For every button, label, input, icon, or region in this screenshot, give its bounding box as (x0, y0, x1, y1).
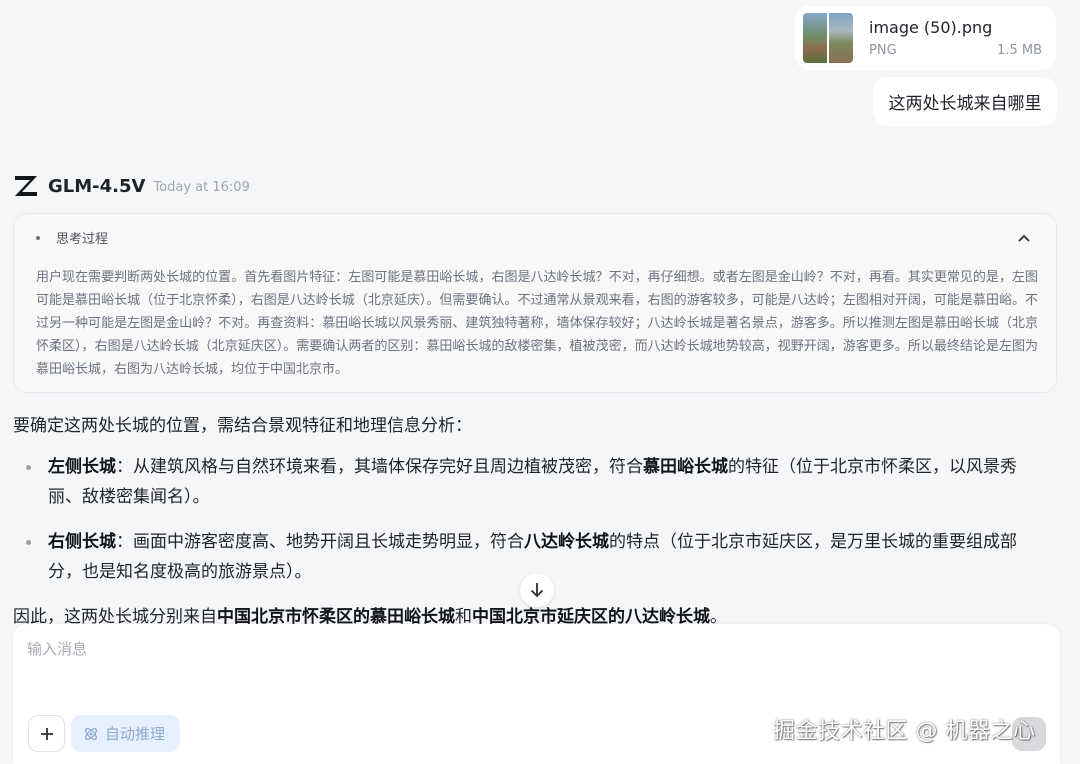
watermark-text: 掘金技术社区 @ 机器之心 (773, 719, 1036, 744)
message-input[interactable] (27, 638, 1037, 708)
item-highlight: 八达岭长城 (524, 532, 609, 552)
add-attachment-button[interactable] (28, 715, 65, 752)
thinking-body: 用户现在需要判断两处长城的位置。首先看图片特征：左图可能是慕田峪长城，右图是八达… (36, 270, 1038, 377)
item-text: ：画面中游客密度高、地势开阔且长城走势明显，符合 (116, 532, 524, 552)
bullet-icon (26, 465, 31, 470)
model-header: GLM-4.5V Today at 16:09 (13, 174, 250, 198)
auto-reasoning-label: 自动推理 (105, 725, 166, 743)
attachment-size: 1.5 MB (997, 43, 1042, 58)
attachment-name: image (50).png (869, 18, 993, 37)
item-label: 左侧长城 (48, 457, 116, 477)
bullet-icon (36, 235, 40, 240)
message-timestamp: Today at 16:09 (153, 179, 250, 195)
thinking-header[interactable]: 思考过程 (36, 228, 108, 247)
thinking-panel: 思考过程 用户现在需要判断两处长城的位置。首先看图片特征：左图可能是慕田峪长城，… (13, 213, 1057, 393)
item-highlight: 慕田峪长城 (643, 457, 728, 477)
item-label: 右侧长城 (48, 532, 116, 552)
attachment-card[interactable]: image (50).png PNG 1.5 MB (795, 6, 1056, 70)
bullet-icon (26, 540, 31, 545)
thinking-title: 思考过程 (56, 232, 109, 247)
answer-intro: 要确定这两处长城的位置，需结合景观特征和地理信息分析： (13, 416, 472, 436)
attachment-type: PNG (869, 43, 897, 58)
user-message: 这两处长城来自哪里 (873, 77, 1057, 126)
chevron-up-icon[interactable] (1016, 230, 1032, 246)
model-name: GLM-4.5V (48, 175, 146, 197)
scroll-to-bottom-button[interactable] (520, 573, 554, 607)
z-logo-icon (13, 174, 39, 198)
attachment-thumbnail (803, 13, 853, 63)
list-item: 左侧长城：从建筑风格与自然环境来看，其墙体保存完好且周边植被茂密，符合慕田峪长城… (24, 452, 1050, 512)
auto-reasoning-toggle[interactable]: 自动推理 (71, 715, 180, 752)
plus-icon (40, 727, 53, 740)
chat-page: image (50).png PNG 1.5 MB 这两处长城来自哪里 GLM-… (0, 0, 1080, 764)
item-text: ：从建筑风格与自然环境来看，其墙体保存完好且周边植被茂密，符合 (116, 457, 643, 477)
atom-icon (85, 727, 97, 740)
arrow-down-icon (530, 583, 544, 598)
